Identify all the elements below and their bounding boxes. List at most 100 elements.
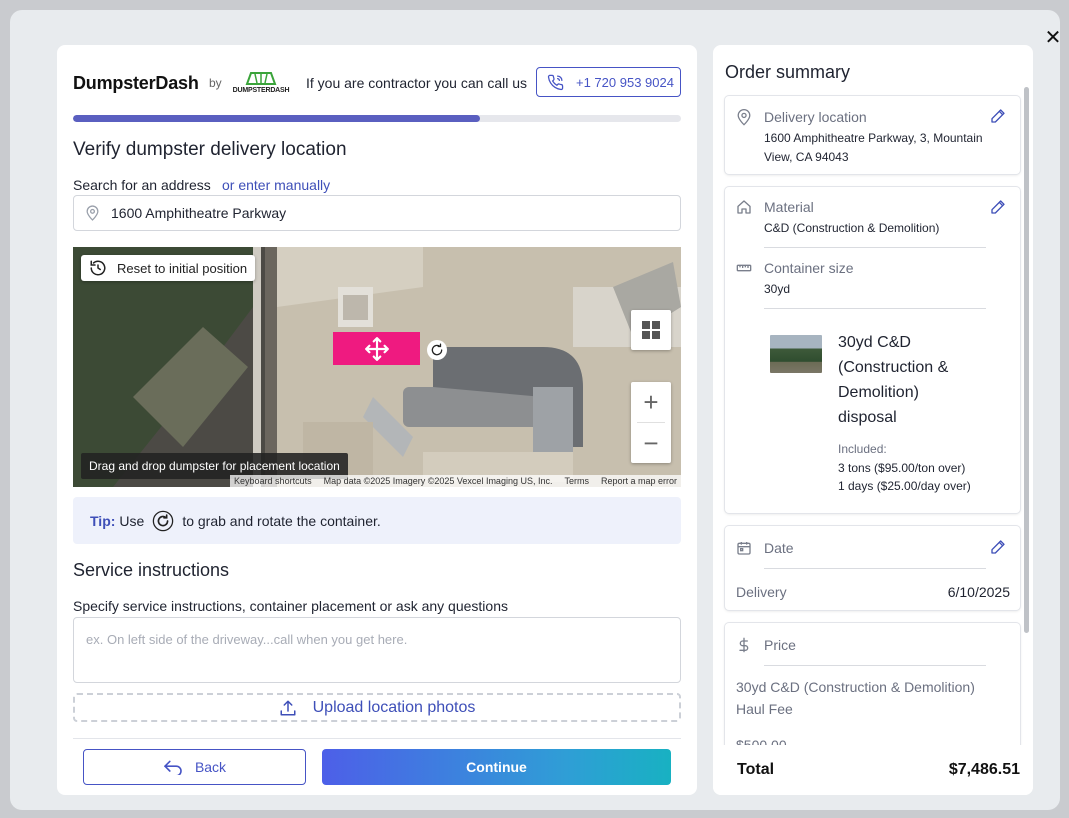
material-label: Material <box>764 199 814 215</box>
edit-pencil-icon[interactable] <box>990 199 1006 215</box>
back-button[interactable]: Back <box>83 749 306 785</box>
included-item: 1 days ($25.00/day over) <box>838 479 971 493</box>
location-step-card: DumpsterDash by DUMPSTERDASH If you are … <box>57 45 697 795</box>
upload-photos-button[interactable]: Upload location photos <box>73 693 681 722</box>
delivery-location-label: Delivery location <box>764 109 867 125</box>
satellite-map[interactable]: Reset to initial position + − Drag and d… <box>73 247 681 487</box>
map-type-button[interactable] <box>631 310 671 350</box>
address-search-field[interactable] <box>73 195 681 231</box>
reset-icon <box>90 260 106 276</box>
upload-photos-label: Upload location photos <box>312 698 476 716</box>
calendar-icon <box>737 542 751 555</box>
rotate-tip-icon <box>152 510 174 532</box>
container-size-value: 30yd <box>764 282 791 296</box>
included-label: Included: <box>838 442 887 456</box>
phone-icon <box>547 74 564 90</box>
dollar-icon <box>739 637 749 653</box>
enter-manually-link[interactable]: or enter manually <box>222 177 330 193</box>
total-label: Total <box>737 761 775 778</box>
dumpster-marker[interactable] <box>333 332 420 365</box>
location-pin-icon <box>86 205 99 221</box>
reset-position-label: Reset to initial position <box>117 260 248 276</box>
back-label: Back <box>194 759 227 775</box>
zoom-in-button[interactable]: + <box>631 382 671 422</box>
included-item: 3 tons ($95.00/ton over) <box>838 461 966 475</box>
brand-name: DumpsterDash <box>73 73 199 93</box>
summary-scrollbar[interactable] <box>1024 87 1029 633</box>
map-imagery <box>73 247 681 487</box>
container-divider <box>764 308 986 309</box>
progress-fill <box>73 115 481 122</box>
product-name-line: Demolition) <box>838 384 919 401</box>
edit-pencil-icon[interactable] <box>990 539 1006 555</box>
close-icon[interactable]: ✕ <box>1042 26 1064 48</box>
map-attribution: Keyboard shortcuts Map data ©2025 Imager… <box>230 475 681 487</box>
map-zoom-control: + − <box>631 382 671 463</box>
price-line-item-fee: Haul Fee <box>736 701 793 717</box>
address-search-label: Search for an address <box>73 177 211 193</box>
service-instructions-label: Specify service instructions, container … <box>73 598 508 614</box>
map-data-credit: Map data ©2025 Imagery ©2025 Vexcel Imag… <box>323 476 553 486</box>
date-label: Date <box>764 540 794 556</box>
upload-icon <box>280 700 296 715</box>
zoom-out-button[interactable]: − <box>631 423 671 463</box>
total-value: $7,486.51 <box>948 761 1020 778</box>
keyboard-shortcuts-link[interactable]: Keyboard shortcuts <box>234 476 312 486</box>
date-divider <box>764 568 986 569</box>
order-summary-title: Order summary <box>725 62 851 82</box>
delivery-date-label: Delivery <box>736 584 787 600</box>
tip-label: Tip: <box>90 512 116 529</box>
grid-icon <box>642 321 660 339</box>
price-line-item: 30yd C&D (Construction & Demolition) <box>736 679 975 695</box>
verify-location-heading: Verify dumpster delivery location <box>73 139 347 160</box>
delivery-location-header: Delivery location <box>736 108 867 126</box>
footer-divider <box>73 738 681 739</box>
edit-pencil-icon[interactable] <box>990 108 1006 124</box>
contractor-text: If you are contractor you can call us <box>306 75 527 91</box>
back-arrow-icon <box>164 760 182 775</box>
product-name-line: (Construction & <box>838 359 949 376</box>
order-summary-panel: Order summary Delivery location 1600 Amp… <box>713 45 1033 795</box>
move-arrows-icon <box>364 336 389 361</box>
price-header: Price <box>736 637 796 653</box>
service-instructions-heading: Service instructions <box>73 560 230 580</box>
terms-link[interactable]: Terms <box>564 476 589 486</box>
ruler-icon <box>736 264 752 272</box>
dumpsterdash-logo: DUMPSTERDASH <box>229 70 293 96</box>
delivery-address-line2: View, CA 94043 <box>764 150 849 164</box>
date-section: Date Delivery 6/10/2025 <box>725 526 1020 610</box>
progress-bar <box>73 115 681 122</box>
phone-number: +1 720 953 9024 <box>576 74 674 90</box>
material-value: C&D (Construction & Demolition) <box>764 221 940 235</box>
material-section: Material C&D (Construction & Demolition)… <box>725 187 1020 513</box>
container-size-label: Container size <box>764 260 854 276</box>
rotate-tip: Tip: Use to grab and rotate the containe… <box>73 497 681 544</box>
delivery-address-line1: 1600 Amphitheatre Parkway, 3, Mountain <box>764 131 983 145</box>
date-header: Date <box>736 540 794 556</box>
modal: ✕ DumpsterDash by DUMPSTERDASH If you ar… <box>10 10 1061 810</box>
logo-text: DUMPSTERDASH <box>232 87 290 94</box>
container-size-header: Container size <box>736 260 854 276</box>
product-name: 30yd C&D (Construction & Demolition) dis… <box>838 330 988 430</box>
price-divider <box>764 665 986 666</box>
service-instructions-textarea[interactable] <box>73 617 681 683</box>
tip-text-pre: Use <box>119 512 145 529</box>
product-name-line: 30yd C&D <box>838 334 911 351</box>
location-pin-icon <box>737 108 751 126</box>
price-label: Price <box>764 637 796 653</box>
tip-text-post: to grab and rotate the container. <box>182 512 381 529</box>
delivery-date-value: 6/10/2025 <box>947 584 1010 600</box>
material-header: Material <box>736 199 814 215</box>
total-row: Total $7,486.51 <box>713 745 1033 795</box>
rotate-icon <box>431 343 443 356</box>
reset-position-button[interactable]: Reset to initial position <box>81 255 256 281</box>
report-map-error-link[interactable]: Report a map error <box>601 476 677 486</box>
rotate-handle[interactable] <box>427 340 447 360</box>
call-phone-button[interactable]: +1 720 953 9024 <box>536 67 681 97</box>
brand-by: by <box>209 76 222 90</box>
delivery-location-section: Delivery location 1600 Amphitheatre Park… <box>725 96 1020 174</box>
continue-button[interactable]: Continue <box>322 749 671 785</box>
dumpster-photo <box>770 335 822 373</box>
price-section: Price 30yd C&D (Construction & Demolitio… <box>725 623 1020 763</box>
address-input[interactable] <box>111 205 651 221</box>
